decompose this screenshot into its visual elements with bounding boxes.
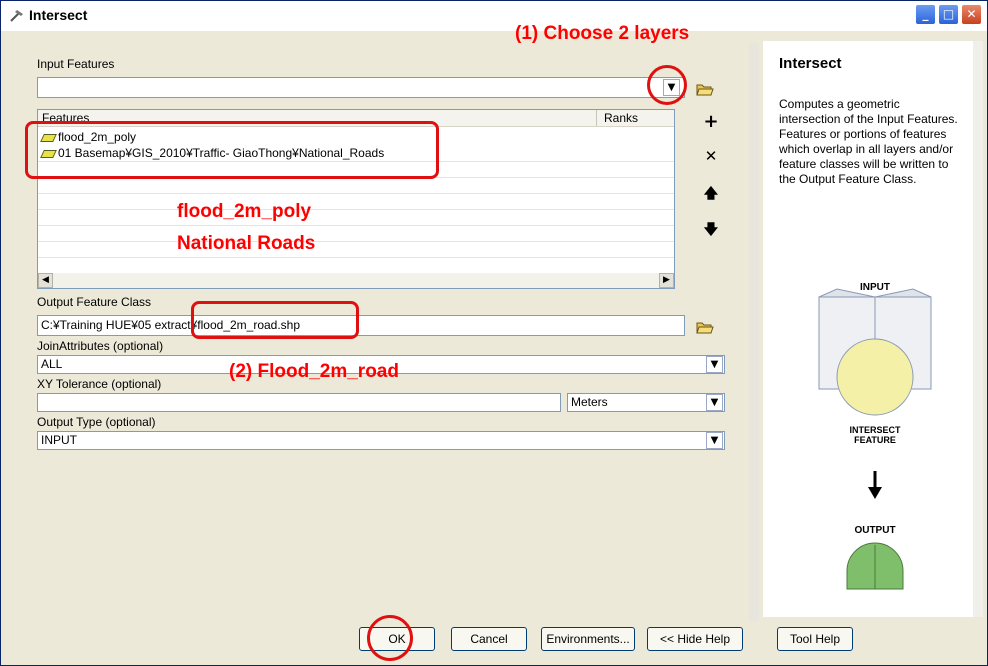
- xy-units-select[interactable]: Meters: [567, 393, 725, 412]
- tool-help-button[interactable]: Tool Help: [777, 627, 853, 651]
- help-title: Intersect: [779, 55, 842, 72]
- hide-help-button[interactable]: << Hide Help: [647, 627, 743, 651]
- annotation-box-output: [191, 301, 359, 339]
- annotation-output-name: (2) Flood_2m_road: [229, 361, 399, 382]
- minimize-button[interactable]: _: [915, 4, 936, 25]
- input-features-label: Input Features: [37, 57, 115, 71]
- annotation-circle-dropdown: [647, 65, 687, 105]
- window-title: Intersect: [29, 7, 88, 23]
- join-attributes-label: JoinAttributes (optional): [37, 339, 164, 353]
- annotation-box-layers: [25, 121, 439, 179]
- horizontal-scrollbar[interactable]: ◀ ▶: [38, 273, 674, 288]
- title-bar: Intersect _ □ ✕: [1, 1, 987, 31]
- form-scrollbar[interactable]: [749, 43, 759, 621]
- join-attributes-dropdown[interactable]: ▼: [706, 356, 723, 373]
- hammer-icon: [10, 10, 23, 22]
- input-features-field[interactable]: [37, 77, 685, 98]
- remove-layer-button[interactable]: ✕: [699, 147, 723, 171]
- cancel-button[interactable]: Cancel: [451, 627, 527, 651]
- close-button[interactable]: ✕: [961, 4, 982, 25]
- output-type-label: Output Type (optional): [37, 415, 156, 429]
- intersect-label: INTERSECT: [849, 425, 901, 435]
- scroll-right-icon[interactable]: ▶: [659, 273, 674, 288]
- intersect-diagram: INPUT INTERSECT FEATURE OUTPUT: [818, 282, 932, 590]
- help-panel: Intersect Computes a geometric intersect…: [763, 41, 983, 617]
- annotation-circle-ok: [367, 615, 413, 661]
- output-feature-class-label: Output Feature Class: [37, 295, 152, 309]
- move-down-button[interactable]: 🡇: [699, 219, 723, 243]
- intersect-dialog: Intersect _ □ ✕ Input Features ▼ Feature…: [0, 0, 988, 666]
- open-folder-icon[interactable]: [693, 77, 717, 101]
- xy-tolerance-field[interactable]: [37, 393, 561, 412]
- move-up-button[interactable]: 🡅: [699, 183, 723, 207]
- open-folder-icon[interactable]: [693, 315, 717, 339]
- output-label: OUTPUT: [854, 525, 895, 536]
- environments-button[interactable]: Environments...: [541, 627, 635, 651]
- input-label: INPUT: [860, 282, 890, 293]
- annotation-choose-layers: (1) Choose 2 layers: [515, 23, 690, 44]
- help-scrollbar[interactable]: [973, 41, 983, 617]
- xy-tolerance-label: XY Tolerance (optional): [37, 377, 162, 391]
- output-type-dropdown[interactable]: ▼: [706, 432, 723, 449]
- annotation-layer-2: National Roads: [177, 233, 316, 254]
- output-type-select[interactable]: INPUT: [37, 431, 725, 450]
- xy-units-dropdown[interactable]: ▼: [706, 394, 723, 411]
- feature-label: FEATURE: [854, 435, 896, 445]
- ranks-column-header: Ranks: [604, 111, 639, 125]
- output-feature-class-field[interactable]: C:¥Training HUE¥05 extract¥flood_2m_road…: [37, 315, 685, 336]
- maximize-button[interactable]: □: [938, 4, 959, 25]
- annotation-layer-1: flood_2m_poly: [177, 201, 312, 222]
- scroll-left-icon[interactable]: ◀: [38, 273, 53, 288]
- help-description: Computes a geometric intersection of the…: [779, 97, 958, 186]
- add-layer-button[interactable]: +: [699, 111, 723, 135]
